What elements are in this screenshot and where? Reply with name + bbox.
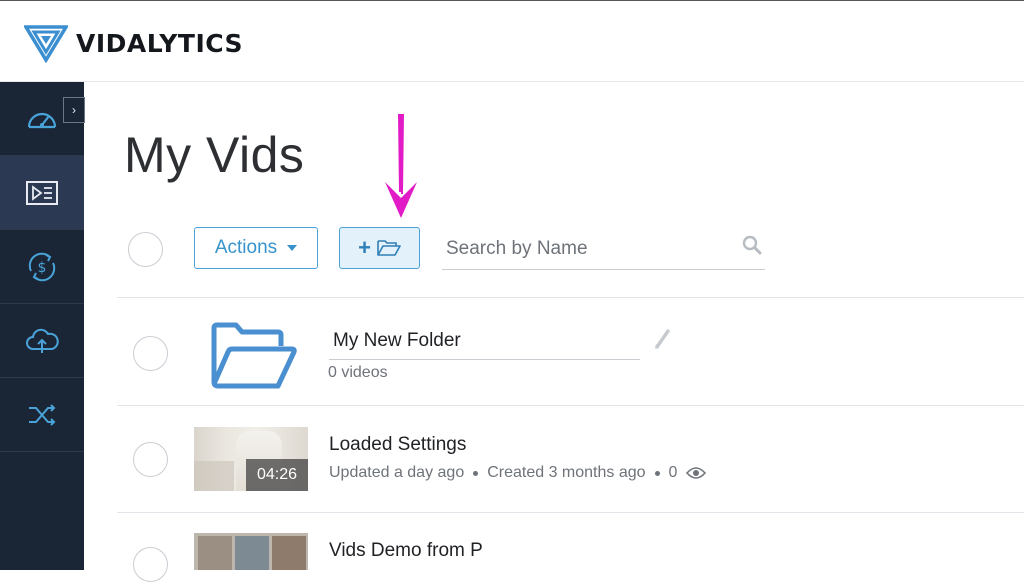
list-divider <box>117 297 1024 298</box>
video-thumbnail[interactable]: 04:26 <box>194 427 308 491</box>
eye-icon <box>686 467 707 479</box>
sidebar-item-monetization[interactable]: $ <box>0 230 84 304</box>
sidebar-item-videos[interactable] <box>0 156 84 230</box>
separator-dot <box>654 470 660 476</box>
caret-down-icon <box>287 245 298 251</box>
speedometer-icon <box>27 112 57 128</box>
folder-open-icon[interactable] <box>208 322 298 390</box>
search-icon[interactable] <box>741 234 763 256</box>
thumbnail-shade <box>194 461 234 491</box>
svg-text:$: $ <box>38 260 47 276</box>
annotation-arrow-icon <box>385 114 417 218</box>
brand-name: VIDALYTICS <box>76 28 244 58</box>
video-created: Created 3 months ago <box>487 464 646 481</box>
sidebar-item-upload[interactable] <box>0 304 84 378</box>
pencil-icon[interactable] <box>652 328 672 350</box>
video-updated: Updated a day ago <box>329 464 465 481</box>
list-divider <box>117 405 1024 406</box>
actions-dropdown-button[interactable]: Actions <box>194 227 318 269</box>
video-row-checkbox[interactable] <box>133 442 168 477</box>
cloud-upload-icon <box>26 328 59 353</box>
video-views: 0 <box>668 464 678 481</box>
dollar-cycle-icon: $ <box>28 252 56 281</box>
folder-row-checkbox[interactable] <box>133 336 168 371</box>
chevron-right-icon: › <box>72 103 76 117</box>
sidebar-collapse-button[interactable]: › <box>63 97 85 123</box>
select-all-checkbox[interactable] <box>128 232 163 267</box>
vidalytics-logo[interactable]: VIDALYTICS <box>24 23 243 63</box>
vidalytics-logo-icon <box>24 25 68 63</box>
page-title: My Vids <box>124 127 305 183</box>
separator-dot <box>473 470 479 476</box>
thumbnail-tile <box>235 536 269 570</box>
video-meta: Updated a day ago Created 3 months ago 0 <box>329 464 707 482</box>
shuffle-icon <box>29 403 56 426</box>
video-thumbnail[interactable] <box>194 533 308 570</box>
thumbnail-tile <box>198 536 232 570</box>
sidebar-item-split-test[interactable] <box>0 378 84 452</box>
list-divider <box>117 512 1024 513</box>
plus-icon: + <box>358 235 371 260</box>
video-title[interactable]: Loaded Settings <box>329 434 466 456</box>
video-duration: 04:26 <box>246 459 308 491</box>
new-folder-button[interactable]: + <box>339 227 420 269</box>
video-list-icon <box>26 180 58 205</box>
sidebar: $ <box>0 82 84 570</box>
folder-open-icon <box>377 240 401 256</box>
top-bar: VIDALYTICS <box>0 0 1024 82</box>
video-title[interactable]: Vids Demo from P <box>329 540 483 562</box>
search-input[interactable] <box>446 236 726 262</box>
folder-video-count: 0 videos <box>328 364 388 381</box>
search-box <box>442 228 765 270</box>
actions-label: Actions <box>214 237 278 258</box>
folder-name-field[interactable]: My New Folder <box>329 326 640 360</box>
thumbnail-tile <box>272 536 306 570</box>
video-row-checkbox[interactable] <box>133 547 168 582</box>
